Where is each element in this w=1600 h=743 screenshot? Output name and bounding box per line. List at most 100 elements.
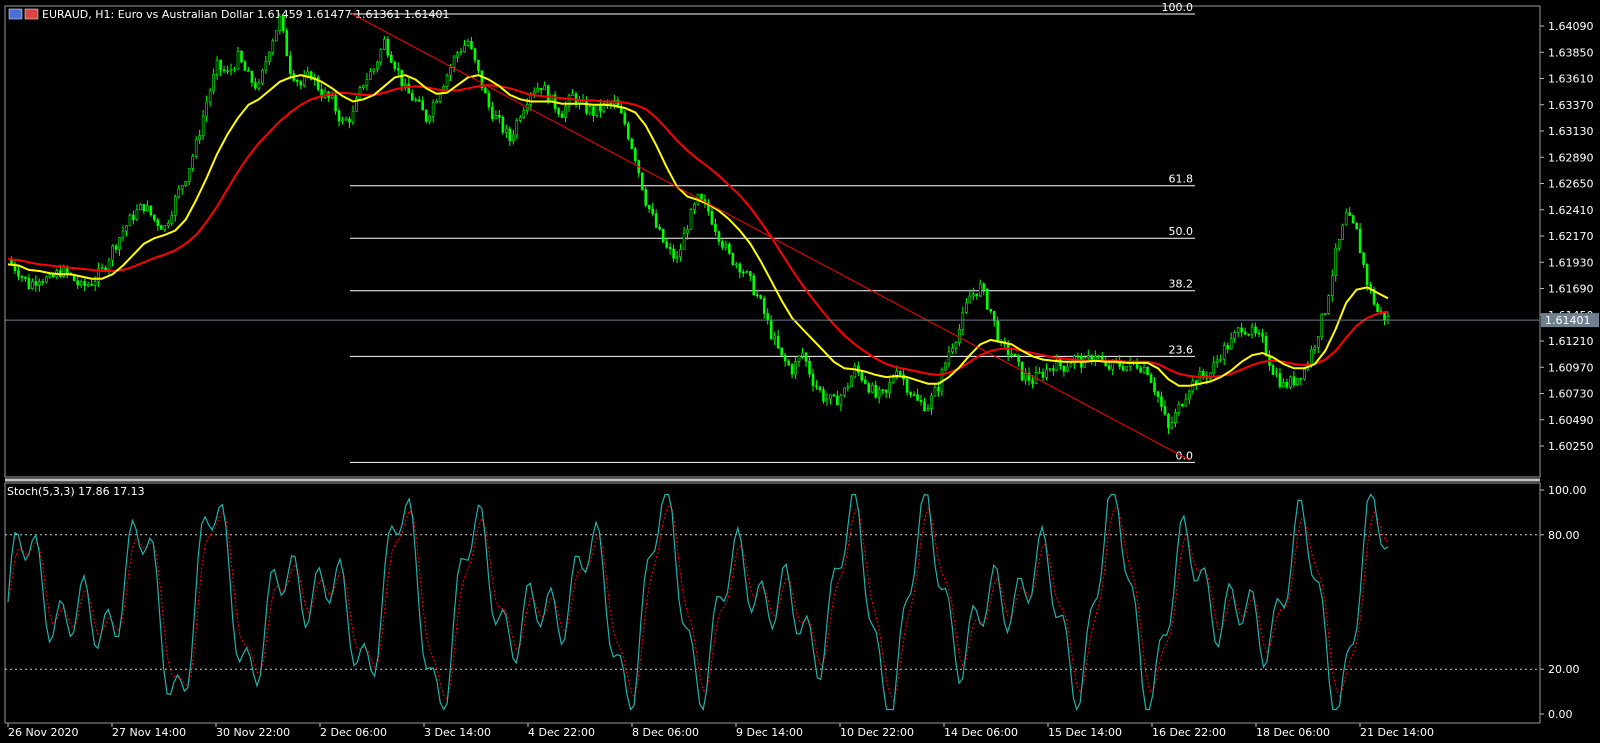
candle-body bbox=[257, 82, 261, 89]
chart-window[interactable]: EURAUD, H1: Euro vs Australian Dollar 1.… bbox=[0, 0, 1600, 739]
candle-body bbox=[173, 196, 177, 216]
price-tick-label: 1.61690 bbox=[1548, 283, 1594, 296]
candle-body bbox=[640, 172, 644, 190]
candle-body bbox=[811, 373, 815, 386]
candle-body bbox=[888, 382, 891, 393]
candle-body bbox=[522, 110, 526, 119]
time-tick-label: 3 Dec 14:00 bbox=[424, 726, 491, 739]
candle-body bbox=[466, 41, 470, 46]
candle-body bbox=[672, 248, 675, 259]
candle-body bbox=[944, 362, 947, 371]
candle-body bbox=[682, 233, 686, 250]
candle-body bbox=[1376, 303, 1379, 312]
candle-body bbox=[45, 276, 48, 283]
candle-body bbox=[752, 275, 756, 296]
candle-body bbox=[1066, 366, 1069, 372]
candle-body bbox=[250, 71, 254, 83]
candle-body bbox=[930, 395, 933, 410]
candle-body bbox=[240, 50, 243, 63]
candle-body bbox=[790, 364, 794, 375]
candle-body bbox=[417, 99, 421, 102]
candle-body bbox=[755, 294, 759, 297]
candle-body bbox=[38, 281, 41, 286]
candle-body bbox=[76, 280, 79, 286]
trendline-segment[interactable] bbox=[351, 13, 1191, 461]
candle-body bbox=[954, 342, 958, 349]
candle-body bbox=[919, 400, 923, 402]
candle-body bbox=[884, 389, 888, 393]
price-tick-label: 1.60250 bbox=[1548, 440, 1594, 453]
candle-body bbox=[1121, 366, 1125, 371]
candle-body bbox=[435, 101, 438, 104]
candle-body bbox=[1257, 332, 1261, 335]
candle-body bbox=[198, 135, 201, 141]
candle-body bbox=[947, 351, 951, 364]
candle-body bbox=[923, 401, 926, 411]
time-tick-label: 2 Dec 06:00 bbox=[320, 726, 387, 739]
candle-body bbox=[1247, 334, 1250, 336]
candle-body bbox=[184, 181, 188, 187]
candle-body bbox=[1174, 412, 1177, 424]
candle-body bbox=[372, 68, 376, 72]
price-tick-label: 1.63610 bbox=[1548, 73, 1594, 86]
candle-body bbox=[191, 155, 194, 169]
stoch-tick-label: 20.00 bbox=[1548, 663, 1580, 676]
fibonacci-retracement[interactable]: 100.0 61.8 50.0 38.2 23.6 0.0 bbox=[350, 1, 1195, 463]
stoch-tick-label: 100.00 bbox=[1548, 484, 1587, 497]
candle-body bbox=[205, 101, 208, 117]
candle-body bbox=[376, 61, 379, 70]
candle-body bbox=[794, 360, 797, 375]
candle-body bbox=[121, 230, 125, 238]
candle-body bbox=[295, 80, 299, 82]
time-tick-label: 9 Dec 14:00 bbox=[736, 726, 803, 739]
candle-body bbox=[1243, 331, 1247, 335]
candle-body bbox=[100, 267, 104, 270]
candle-body bbox=[571, 93, 574, 96]
candle-body bbox=[393, 62, 397, 69]
candle-body bbox=[1184, 398, 1188, 407]
candle-body bbox=[226, 70, 229, 73]
candle-body bbox=[843, 387, 846, 396]
candle-body bbox=[738, 263, 742, 273]
candle-body bbox=[302, 76, 306, 86]
candle-body bbox=[630, 138, 634, 149]
candle-body bbox=[271, 40, 275, 53]
candle-body bbox=[268, 51, 271, 63]
candle-body bbox=[1264, 336, 1268, 356]
time-tick-label: 8 Dec 06:00 bbox=[632, 726, 699, 739]
candle-body bbox=[620, 107, 623, 114]
candle-body bbox=[156, 219, 160, 226]
stoch-tick-label: 0.00 bbox=[1548, 708, 1573, 721]
candle-body bbox=[1337, 238, 1341, 249]
candle-body bbox=[330, 95, 334, 98]
candle-body bbox=[194, 139, 198, 157]
candle-body bbox=[278, 15, 282, 32]
candle-body bbox=[1167, 414, 1170, 428]
candle-body bbox=[546, 85, 550, 103]
candle-body bbox=[1299, 377, 1303, 380]
candle-body bbox=[1229, 338, 1233, 350]
candle-body bbox=[236, 50, 240, 70]
candle-body bbox=[407, 83, 411, 94]
candle-body bbox=[958, 328, 961, 343]
candle-body bbox=[532, 91, 536, 95]
candle-body bbox=[107, 259, 111, 271]
candle-body bbox=[1271, 365, 1275, 375]
candle-body bbox=[1087, 355, 1090, 358]
candle-body bbox=[414, 99, 418, 102]
candle-body bbox=[1135, 363, 1139, 369]
price-axis-ticks: 1.64090 1.63850 1.63610 1.63370 1.63130 1.628… bbox=[1540, 20, 1594, 453]
candle-body bbox=[201, 115, 205, 136]
candle-body bbox=[735, 263, 738, 266]
trendline[interactable] bbox=[351, 13, 1191, 461]
candle-body bbox=[822, 389, 825, 402]
candle-body bbox=[299, 81, 303, 86]
candle-body bbox=[212, 74, 215, 92]
candle-body bbox=[961, 312, 965, 330]
candle-body bbox=[1076, 355, 1080, 358]
candle-body bbox=[731, 253, 735, 265]
candle-body bbox=[222, 69, 226, 72]
candle-body bbox=[870, 384, 874, 393]
candle-body bbox=[438, 93, 442, 102]
candle-body bbox=[1254, 326, 1257, 334]
